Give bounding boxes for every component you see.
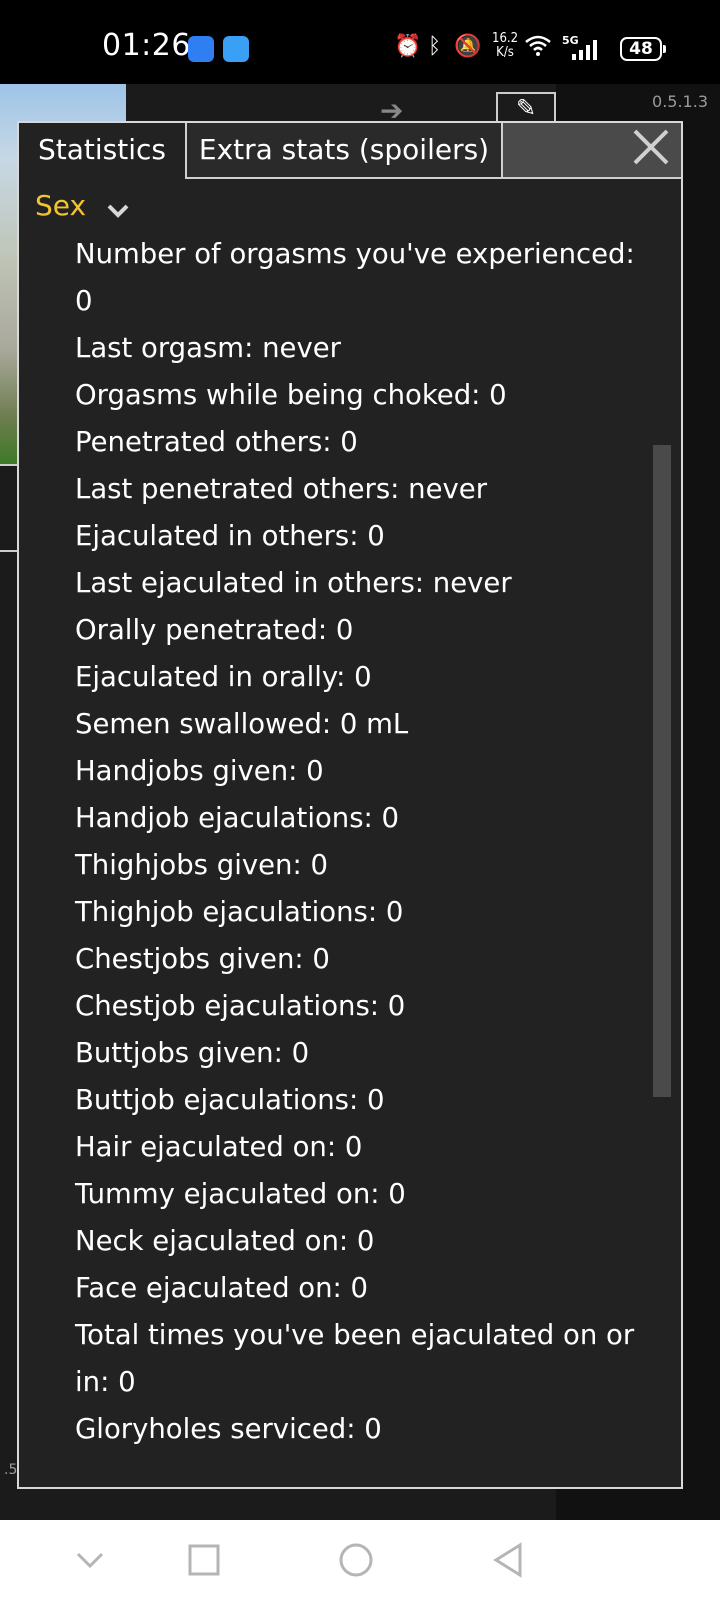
stats-list: Number of orgasms you've experienced: 0 …: [75, 231, 645, 1453]
stat-item: Last ejaculated in others: never: [75, 567, 512, 599]
vertical-scrollbar[interactable]: [653, 445, 671, 1097]
stat-item: Orgasms while being choked: 0: [75, 379, 507, 411]
wifi-icon: [524, 34, 552, 62]
signal-icon: [572, 40, 598, 66]
stat-item: Face ejaculated on: 0: [75, 1272, 369, 1304]
stat-item: Tummy ejaculated on: 0: [75, 1178, 406, 1210]
status-bar: 01:26 ⏰ ᛒ 🔕 16.2 K/s 5G 48: [0, 0, 720, 84]
statistics-dialog: Statistics Extra stats (spoilers) Sex Nu…: [17, 121, 683, 1489]
home-icon[interactable]: [338, 1542, 374, 1585]
stat-item: Gloryholes serviced: 0: [75, 1413, 382, 1445]
tab-statistics[interactable]: Statistics: [19, 123, 185, 179]
bluetooth-icon: ᛒ: [428, 34, 442, 59]
pencil-icon: ✎: [515, 94, 537, 122]
stat-item: Hair ejaculated on: 0: [75, 1131, 363, 1163]
weather-notification-icon: [223, 36, 249, 62]
status-time: 01:26: [102, 28, 191, 63]
chevron-down-icon: [107, 199, 129, 224]
stat-item: Number of orgasms you've experienced: 0: [75, 238, 635, 317]
stat-item: Neck ejaculated on: 0: [75, 1225, 375, 1257]
mute-icon: 🔕: [454, 34, 482, 59]
stat-item: Thighjob ejaculations: 0: [75, 896, 404, 928]
alarm-icon: ⏰: [394, 34, 422, 59]
navigation-bar: [0, 1520, 720, 1600]
stat-item: Penetrated others: 0: [75, 426, 358, 458]
stat-item: Handjobs given: 0: [75, 755, 324, 787]
hide-keyboard-icon[interactable]: [72, 1542, 108, 1585]
stat-item: Semen swallowed: 0 mL: [75, 708, 409, 740]
battery-indicator: 48: [620, 37, 666, 61]
stat-item: Ejaculated in orally: 0: [75, 661, 372, 693]
stat-item: Last orgasm: never: [75, 332, 341, 364]
section-title: Sex: [35, 189, 87, 222]
recents-icon[interactable]: [186, 1542, 222, 1585]
close-icon: [631, 121, 671, 179]
stat-item: Ejaculated in others: 0: [75, 520, 385, 552]
version-label: 0.5.1.3: [652, 92, 708, 111]
stat-item: Total times you've been ejaculated on or…: [75, 1319, 635, 1398]
close-button[interactable]: [627, 127, 675, 175]
tab-extra-stats[interactable]: Extra stats (spoilers): [185, 123, 503, 179]
stat-item: Chestjob ejaculations: 0: [75, 990, 406, 1022]
back-icon[interactable]: [490, 1542, 526, 1585]
stat-item: Handjob ejaculations: 0: [75, 802, 400, 834]
stat-item: Buttjobs given: 0: [75, 1037, 310, 1069]
stat-item: Last penetrated others: never: [75, 473, 488, 505]
section-toggle-sex[interactable]: Sex: [35, 189, 129, 224]
network-speed-value: 16.2: [492, 31, 519, 46]
stat-item: Buttjob ejaculations: 0: [75, 1084, 385, 1116]
network-speed: 16.2 K/s: [492, 32, 518, 60]
app-notification-icon: [188, 36, 214, 62]
tab-bar: Statistics Extra stats (spoilers): [19, 123, 681, 179]
network-speed-unit: K/s: [496, 45, 514, 60]
stat-item: Thighjobs given: 0: [75, 849, 328, 881]
phone-screen: 01:26 ⏰ ᛒ 🔕 16.2 K/s 5G 48 ➔ ✎ 0.5.1.3 S…: [0, 0, 720, 1600]
stat-item: Chestjobs given: 0: [75, 943, 330, 975]
stat-item: Orally penetrated: 0: [75, 614, 354, 646]
side-panel-edge: [0, 464, 18, 552]
